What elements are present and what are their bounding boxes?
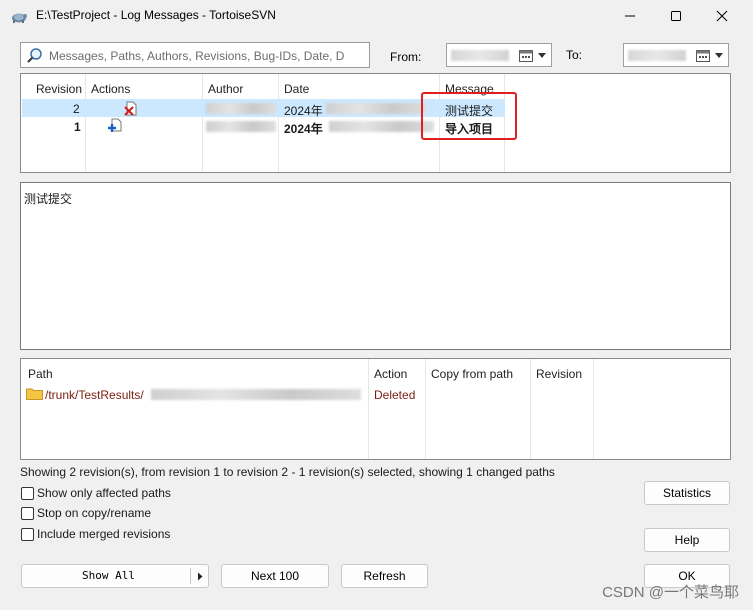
to-label: To: bbox=[566, 48, 583, 62]
column-divider bbox=[593, 359, 594, 459]
stop-on-copy-checkbox[interactable]: Stop on copy/rename bbox=[21, 506, 151, 520]
statistics-button-label: Statistics bbox=[662, 486, 711, 500]
chevron-down-icon bbox=[538, 53, 546, 58]
search-input[interactable]: Messages, Paths, Authors, Revisions, Bug… bbox=[20, 42, 370, 68]
checkbox-label: Show only affected paths bbox=[37, 486, 171, 500]
column-divider bbox=[368, 359, 369, 459]
close-button[interactable] bbox=[699, 0, 745, 32]
checkbox-box[interactable] bbox=[21, 506, 34, 520]
maximize-icon bbox=[671, 11, 681, 21]
search-placeholder: Messages, Paths, Authors, Revisions, Bug… bbox=[49, 49, 345, 63]
column-header-actions[interactable]: Actions bbox=[91, 82, 130, 96]
minimize-button[interactable] bbox=[607, 0, 653, 32]
from-date-value-redacted bbox=[451, 50, 509, 61]
date-redacted bbox=[326, 103, 426, 114]
show-all-label: Show All bbox=[82, 569, 135, 582]
show-all-split-button[interactable]: Show All bbox=[21, 564, 209, 588]
log-table[interactable]: Revision Actions Author Date Message 2 2… bbox=[20, 73, 731, 173]
column-header-revision[interactable]: Revision bbox=[536, 367, 582, 381]
row-date: 2024年 bbox=[284, 104, 323, 118]
column-divider bbox=[85, 74, 86, 172]
from-date-picker[interactable] bbox=[446, 43, 552, 67]
from-label: From: bbox=[390, 50, 422, 64]
window-title: E:\TestProject - Log Messages - Tortoise… bbox=[36, 8, 276, 22]
column-header-action[interactable]: Action bbox=[374, 367, 407, 381]
checkbox-box[interactable] bbox=[21, 486, 34, 500]
calendar-icon bbox=[696, 50, 710, 62]
message-pane[interactable]: 测试提交 bbox=[20, 182, 731, 350]
author-redacted bbox=[206, 121, 276, 132]
changed-paths-table[interactable]: Path Action Copy from path Revision /tru… bbox=[20, 358, 731, 460]
date-redacted bbox=[329, 121, 434, 132]
statistics-button[interactable]: Statistics bbox=[644, 481, 730, 505]
annotation-highlight bbox=[421, 92, 517, 140]
show-only-affected-paths-checkbox[interactable]: Show only affected paths bbox=[21, 486, 171, 500]
row-revision: 2 bbox=[73, 102, 80, 116]
help-button[interactable]: Help bbox=[644, 528, 730, 552]
changed-path[interactable]: /trunk/TestResults/ bbox=[45, 388, 144, 402]
calendar-icon bbox=[519, 50, 533, 62]
refresh-label: Refresh bbox=[363, 569, 406, 583]
maximize-button[interactable] bbox=[653, 0, 699, 32]
to-date-value-redacted bbox=[628, 50, 686, 61]
checkbox-box[interactable] bbox=[21, 527, 34, 541]
folder-icon bbox=[26, 388, 43, 400]
next-100-button[interactable]: Next 100 bbox=[221, 564, 329, 588]
row-date: 2024年 bbox=[284, 122, 323, 136]
watermark: CSDN @一个菜鸟耶 bbox=[602, 584, 739, 601]
refresh-button[interactable]: Refresh bbox=[341, 564, 428, 588]
path-redacted bbox=[151, 389, 361, 400]
column-divider bbox=[278, 74, 279, 172]
author-redacted bbox=[206, 103, 276, 114]
message-text: 测试提交 bbox=[24, 192, 73, 206]
next-100-label: Next 100 bbox=[250, 569, 300, 583]
column-divider bbox=[425, 359, 426, 459]
title-bar: E:\TestProject - Log Messages - Tortoise… bbox=[0, 0, 753, 32]
help-button-label: Help bbox=[674, 533, 700, 547]
file-added-icon bbox=[108, 118, 122, 132]
minimize-icon bbox=[625, 15, 635, 17]
changed-path-action: Deleted bbox=[374, 388, 416, 402]
column-divider bbox=[202, 74, 203, 172]
file-deleted-icon bbox=[124, 101, 137, 116]
chevron-down-icon bbox=[715, 53, 723, 58]
column-header-path[interactable]: Path bbox=[28, 367, 53, 381]
include-merged-checkbox[interactable]: Include merged revisions bbox=[21, 527, 170, 541]
close-icon bbox=[716, 10, 728, 22]
column-header-date[interactable]: Date bbox=[284, 82, 309, 96]
chevron-right-icon[interactable] bbox=[196, 572, 204, 581]
checkbox-label: Stop on copy/rename bbox=[37, 506, 152, 520]
checkbox-label: Include merged revisions bbox=[37, 527, 171, 541]
to-date-picker[interactable] bbox=[623, 43, 729, 67]
split-divider bbox=[190, 568, 191, 584]
row-revision: 1 bbox=[74, 120, 81, 134]
column-header-author[interactable]: Author bbox=[208, 82, 243, 96]
tortoisesvn-app-icon bbox=[12, 13, 27, 23]
column-header-copy-from-path[interactable]: Copy from path bbox=[431, 367, 513, 381]
column-divider bbox=[530, 359, 531, 459]
column-header-revision[interactable]: Revision bbox=[36, 82, 82, 96]
status-text: Showing 2 revision(s), from revision 1 t… bbox=[20, 465, 555, 479]
search-icon bbox=[27, 48, 42, 63]
